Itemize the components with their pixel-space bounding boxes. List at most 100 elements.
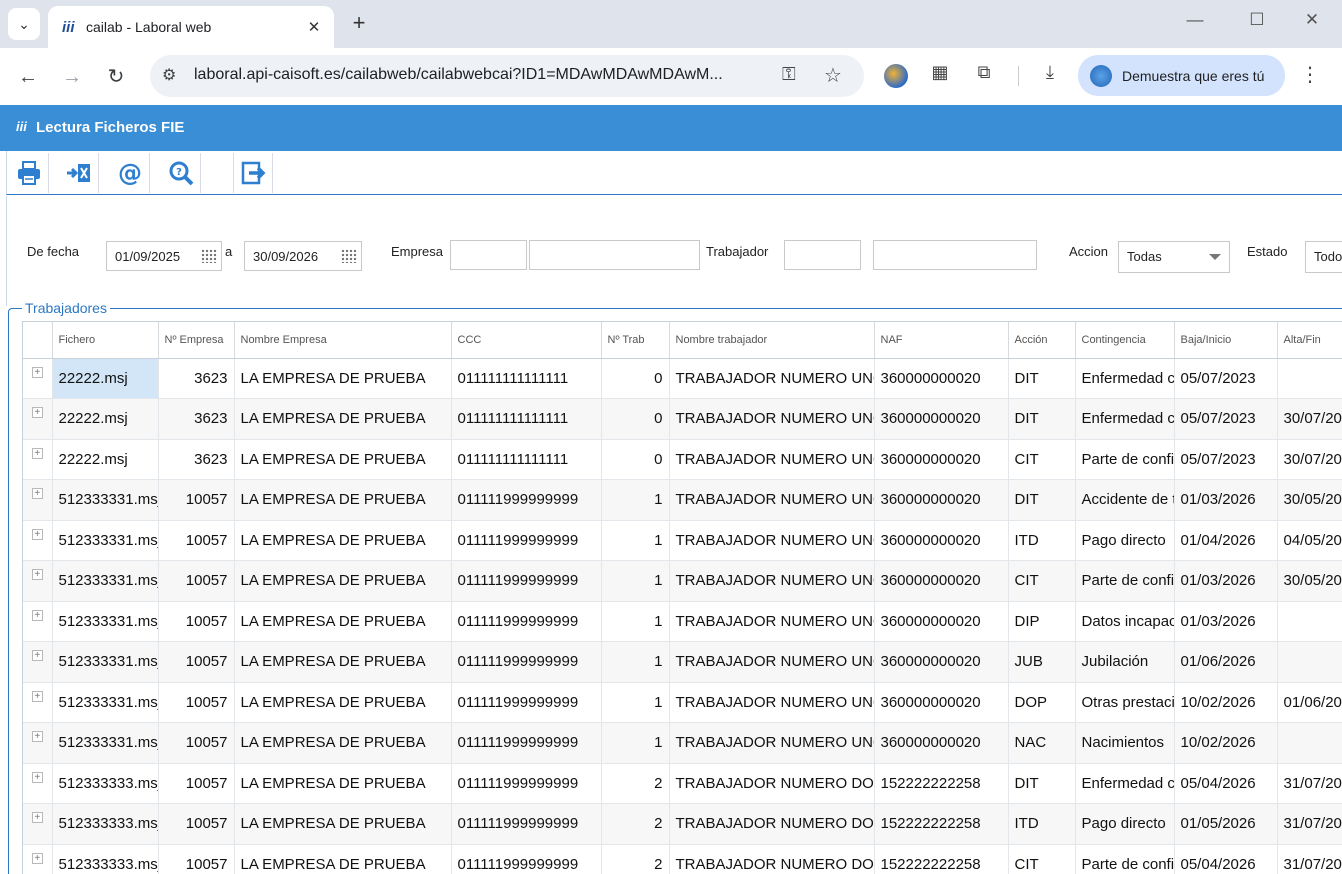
table-cell[interactable]: Accidente de trabajo [1075, 479, 1175, 521]
table-cell[interactable]: 22222.msj [52, 358, 159, 399]
table-cell[interactable]: 01/03/2026 [1174, 560, 1278, 602]
table-row[interactable]: +512333331.msj 10057 LA EMPRESA DE PRUEBA 0… [23, 682, 1342, 723]
table-cell[interactable]: 22222.msj [52, 439, 159, 480]
table-row[interactable]: +512333331.msj 10057 LA EMPRESA DE PRUEBA 0… [23, 560, 1342, 602]
table-cell[interactable]: 01/03/2026 [1174, 601, 1278, 642]
table-cell[interactable]: 011111111111111 [451, 398, 602, 440]
table-cell[interactable]: 011111999999999 [451, 641, 602, 683]
table-cell[interactable]: 01/04/2026 [1174, 520, 1278, 561]
table-cell[interactable]: 360000000020 [874, 520, 1009, 561]
table-cell[interactable]: 512333333.msj [52, 763, 159, 804]
window-close-icon[interactable]: ✕ [1297, 10, 1327, 38]
back-icon[interactable]: ← [14, 63, 42, 91]
table-cell[interactable]: 1 [601, 722, 670, 764]
table-cell[interactable]: 011111999999999 [451, 803, 602, 845]
table-cell[interactable]: TRABAJADOR NUMERO UNO [669, 682, 875, 723]
table-cell[interactable]: Parte de confirmación [1075, 439, 1175, 480]
table-cell[interactable]: 1 [601, 641, 670, 683]
table-row[interactable]: +512333331.msj 10057 LA EMPRESA DE PRUEBA 0… [23, 520, 1342, 561]
kebab-menu-icon[interactable]: ⋮ [1300, 62, 1320, 87]
table-cell[interactable]: 512333331.msj [52, 682, 159, 723]
table-cell[interactable]: 10057 [158, 682, 235, 723]
table-cell[interactable] [1277, 601, 1342, 642]
expand-plus-icon[interactable]: + [31, 488, 43, 499]
column-header[interactable]: Nombre Empresa [234, 322, 452, 359]
extension-icon[interactable] [884, 64, 908, 88]
from-date-input[interactable]: 01/09/2025 [106, 241, 222, 271]
expand-plus-icon[interactable]: + [31, 569, 43, 580]
table-cell[interactable]: ITD [1008, 520, 1076, 561]
table-cell[interactable]: 10057 [158, 479, 235, 521]
table-cell[interactable]: 05/07/2023 [1174, 358, 1278, 399]
table-cell[interactable]: 05/04/2026 [1174, 844, 1278, 874]
table-cell[interactable]: 01/06/2026 [1174, 641, 1278, 683]
column-header[interactable]: Fichero [52, 322, 159, 359]
table-cell[interactable]: TRABAJADOR NUMERO UNO [669, 439, 875, 480]
table-cell[interactable]: 512333333.msj [52, 803, 159, 845]
table-cell[interactable]: Enfermedad común [1075, 358, 1175, 399]
table-cell[interactable]: 512333331.msj [52, 601, 159, 642]
table-cell[interactable]: 3623 [158, 358, 235, 399]
table-cell[interactable]: LA EMPRESA DE PRUEBA [234, 844, 452, 874]
table-cell[interactable]: LA EMPRESA DE PRUEBA [234, 722, 452, 764]
column-header[interactable]: Alta/Fin [1277, 322, 1342, 359]
table-row[interactable]: +22222.msj 3623 LA EMPRESA DE PRUEBA 011111… [23, 439, 1342, 480]
table-cell[interactable]: TRABAJADOR NUMERO DOS [669, 763, 875, 804]
table-cell[interactable]: 31/07/2026 [1277, 803, 1342, 845]
table-cell[interactable]: 30/05/2026 [1277, 560, 1342, 602]
table-cell[interactable]: TRABAJADOR NUMERO UNO [669, 722, 875, 764]
table-cell[interactable]: TRABAJADOR NUMERO UNO [669, 398, 875, 440]
expand-plus-icon[interactable]: + [31, 407, 43, 418]
column-header[interactable]: CCC [451, 322, 602, 359]
table-cell[interactable]: 10/02/2026 [1174, 722, 1278, 764]
column-header[interactable]: Nº Empresa [158, 322, 235, 359]
table-cell[interactable]: TRABAJADOR NUMERO UNO [669, 358, 875, 399]
table-cell[interactable]: 05/07/2023 [1174, 398, 1278, 440]
table-cell[interactable]: DIP [1008, 601, 1076, 642]
table-cell[interactable]: 22222.msj [52, 398, 159, 440]
puzzle-icon[interactable]: ⧉ [972, 62, 996, 88]
expand-plus-icon[interactable]: + [31, 447, 43, 459]
table-cell[interactable]: Parte de confirmación [1075, 844, 1175, 874]
table-row[interactable]: +512333331.msj 10057 LA EMPRESA DE PRUEBA 0… [23, 722, 1342, 764]
table-cell[interactable]: 152222222258 [874, 844, 1009, 874]
table-cell[interactable]: LA EMPRESA DE PRUEBA [234, 520, 452, 561]
plus-icon[interactable]: + [346, 10, 372, 36]
table-row[interactable]: +512333333.msj 10057 LA EMPRESA DE PRUEBA 0… [23, 844, 1342, 874]
table-cell[interactable]: Parte de confirmación [1075, 560, 1175, 602]
table-cell[interactable]: 360000000020 [874, 682, 1009, 723]
maximize-icon[interactable]: ☐ [1242, 10, 1272, 38]
table-cell[interactable]: 30/07/2023 [1277, 398, 1342, 440]
table-row[interactable]: +22222.msj 3623 LA EMPRESA DE PRUEBA 011111… [23, 358, 1342, 399]
expand-plus-icon[interactable]: + [31, 852, 43, 864]
table-cell[interactable]: TRABAJADOR NUMERO UNO [669, 641, 875, 683]
table-cell[interactable]: Nacimientos [1075, 722, 1175, 764]
table-cell[interactable]: ITD [1008, 803, 1076, 845]
table-cell[interactable]: 011111999999999 [451, 601, 602, 642]
key-icon[interactable]: ⚿ [782, 64, 796, 85]
table-cell[interactable]: 011111999999999 [451, 682, 602, 723]
table-cell[interactable]: CIT [1008, 439, 1076, 480]
expand-plus-icon[interactable]: + [31, 528, 43, 540]
company-name-input[interactable] [529, 240, 700, 270]
table-cell[interactable]: 10057 [158, 641, 235, 683]
table-cell[interactable]: 512333331.msj [52, 560, 159, 602]
table-cell[interactable]: 01/05/2026 [1174, 803, 1278, 845]
site-settings-icon[interactable]: ⚙ [162, 65, 176, 85]
table-cell[interactable]: CIT [1008, 844, 1076, 874]
table-cell[interactable] [1277, 722, 1342, 764]
table-cell[interactable]: Otras prestaciones [1075, 682, 1175, 723]
table-cell[interactable]: 05/04/2026 [1174, 763, 1278, 804]
tab-search-icon[interactable]: ⌄ [8, 8, 40, 40]
table-cell[interactable]: 0 [601, 358, 670, 399]
table-cell[interactable]: LA EMPRESA DE PRUEBA [234, 763, 452, 804]
table-cell[interactable]: JUB [1008, 641, 1076, 683]
table-cell[interactable]: 011111111111111 [451, 439, 602, 480]
table-cell[interactable]: 01/06/2026 [1277, 682, 1342, 723]
profile-prompt-button[interactable]: Demuestra que eres tú [1078, 55, 1285, 96]
table-cell[interactable]: 360000000020 [874, 722, 1009, 764]
action-select[interactable]: Todas [1118, 241, 1230, 273]
table-cell[interactable]: Jubilación [1075, 641, 1175, 683]
table-cell[interactable]: DOP [1008, 682, 1076, 723]
expand-plus-icon[interactable]: + [31, 650, 43, 661]
